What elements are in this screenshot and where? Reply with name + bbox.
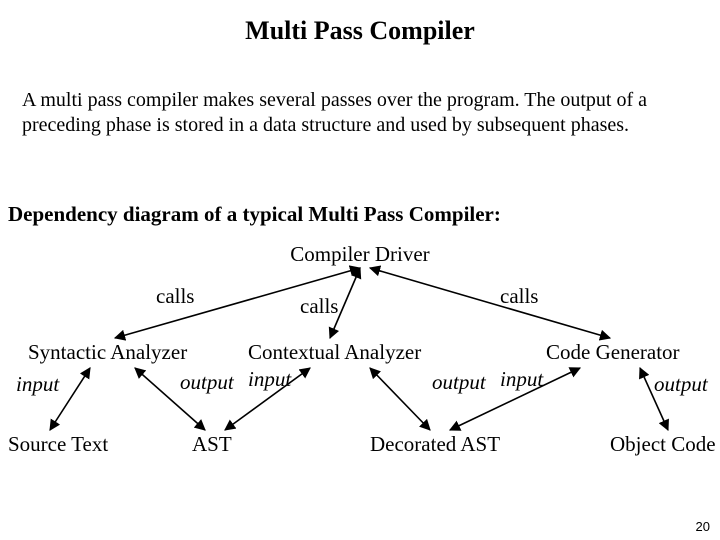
calls-label-left: calls — [156, 284, 194, 309]
calls-label-right: calls — [500, 284, 538, 309]
ast-label: AST — [192, 432, 232, 457]
diagram-arrows — [0, 0, 720, 540]
code-generator-label: Code Generator — [546, 340, 680, 365]
page-number: 20 — [696, 519, 710, 534]
output-label-1: output — [180, 370, 234, 395]
input-label-2: input — [248, 367, 291, 392]
source-text-label: Source Text — [8, 432, 108, 457]
output-label-2: output — [432, 370, 486, 395]
object-code-label: Object Code — [610, 432, 716, 457]
slide-title: Multi Pass Compiler — [0, 16, 720, 46]
decorated-ast-label: Decorated AST — [370, 432, 500, 457]
dependency-heading: Dependency diagram of a typical Multi Pa… — [8, 202, 501, 227]
input-label-3: input — [500, 367, 543, 392]
intro-paragraph: A multi pass compiler makes several pass… — [22, 88, 690, 138]
syntactic-analyzer-label: Syntactic Analyzer — [28, 340, 187, 365]
compiler-driver-label: Compiler Driver — [0, 242, 720, 267]
output-label-3: output — [654, 372, 708, 397]
contextual-analyzer-label: Contextual Analyzer — [248, 340, 421, 365]
input-label-1: input — [16, 372, 59, 397]
calls-label-mid: calls — [300, 294, 338, 319]
